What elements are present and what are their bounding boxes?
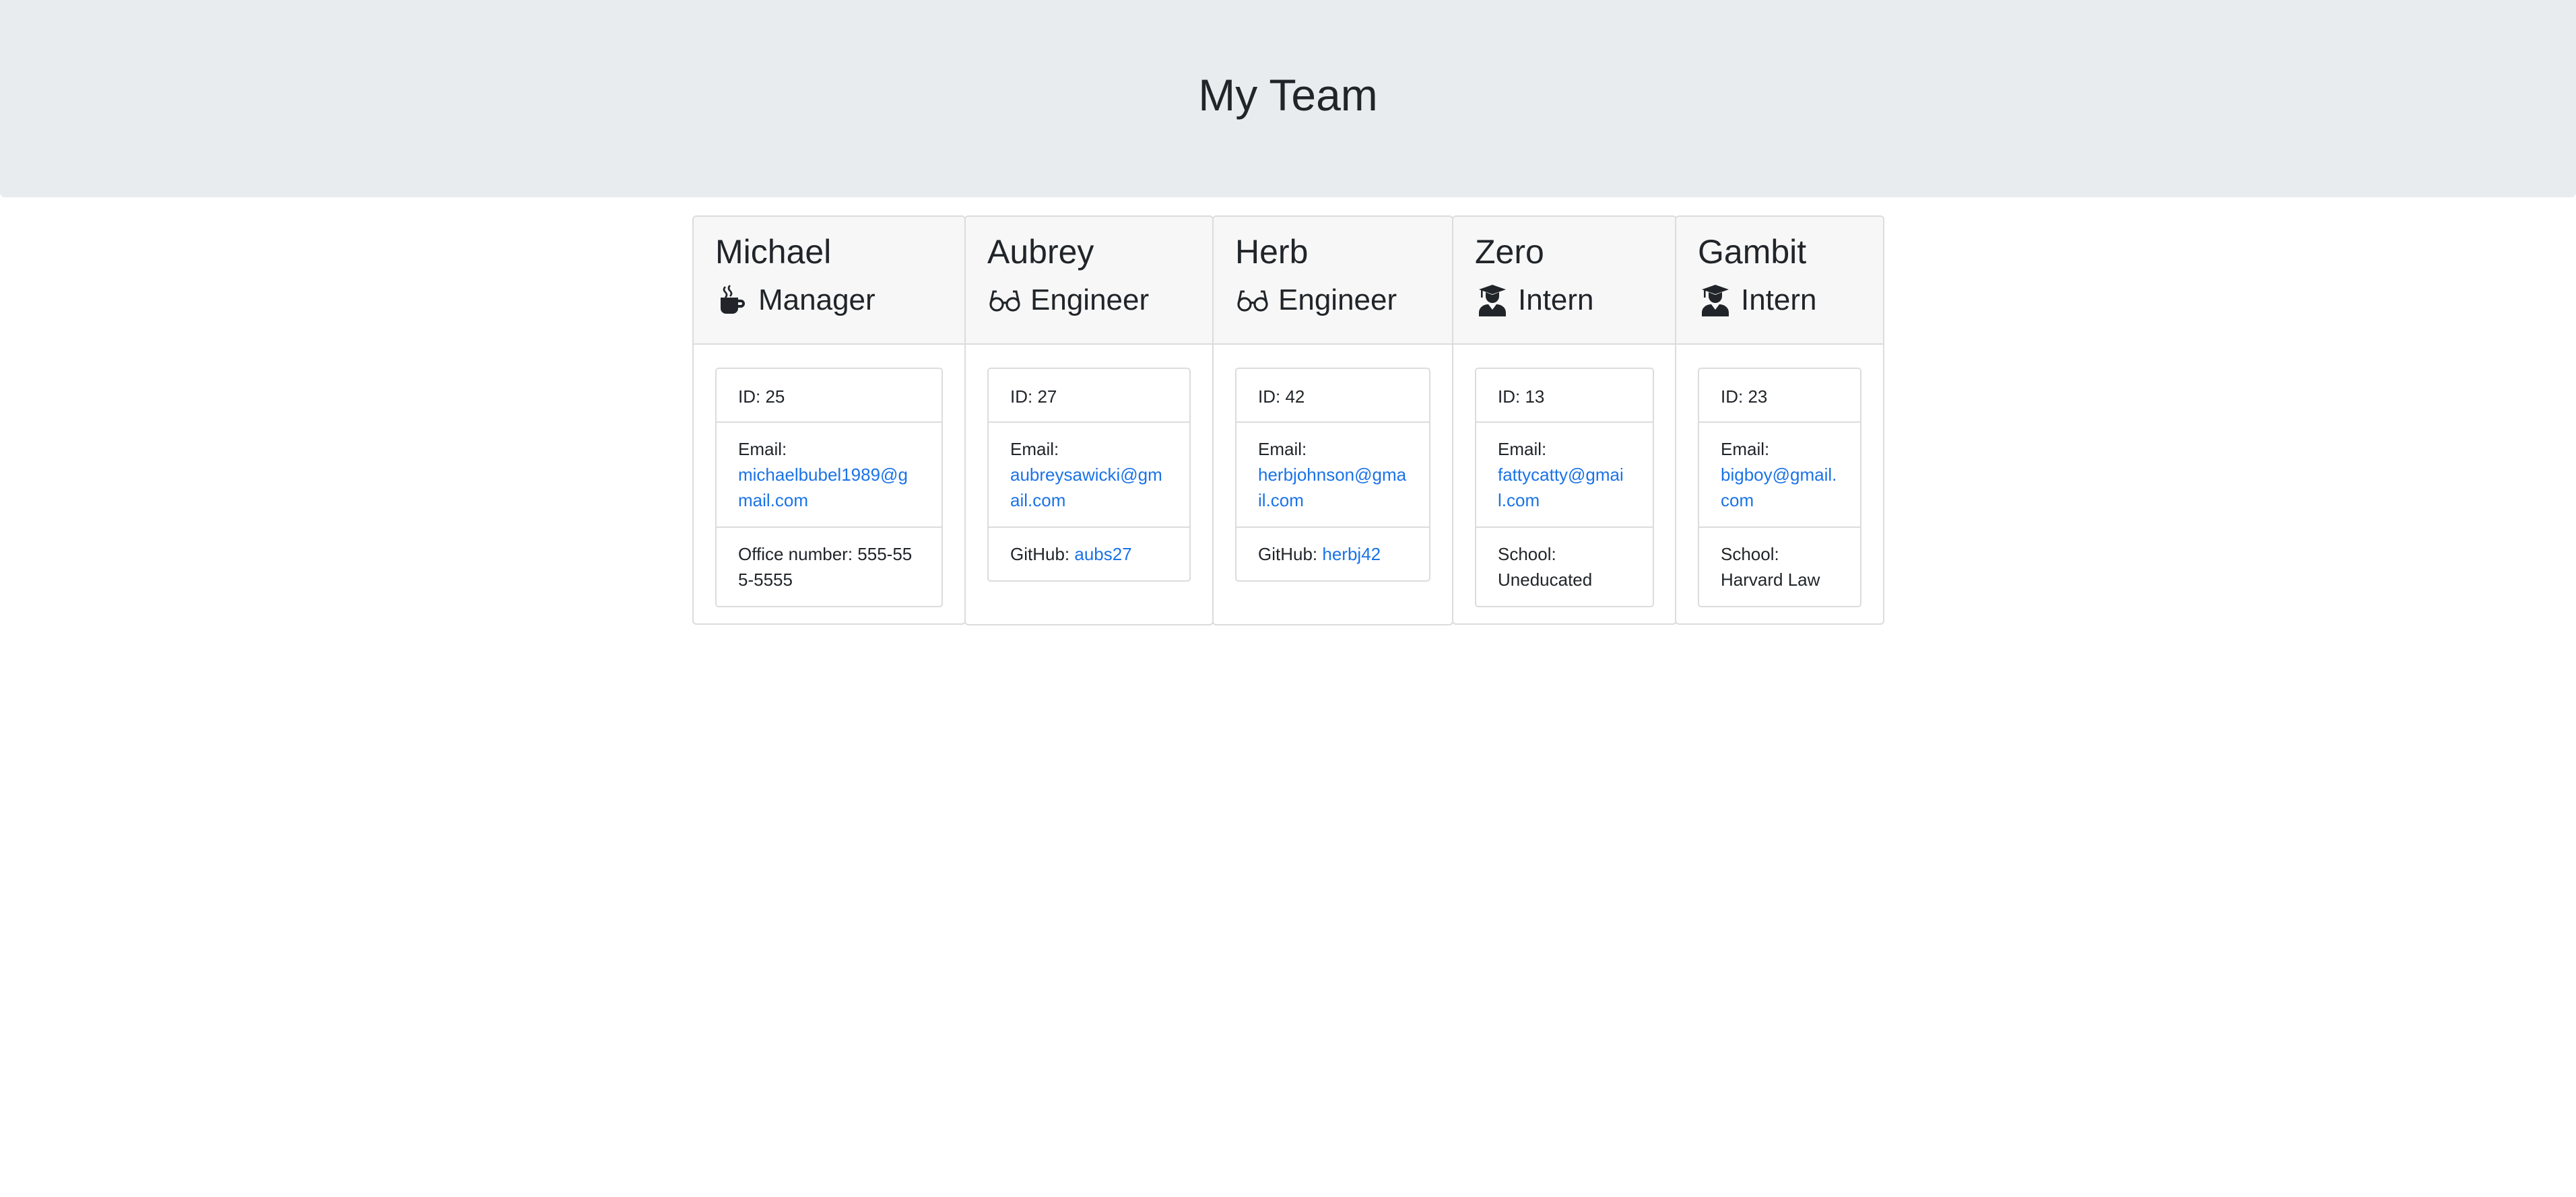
employee-role: Manager bbox=[715, 281, 876, 319]
email-link[interactable]: herbjohnson@gmail.com bbox=[1258, 465, 1406, 510]
graduate-icon bbox=[1475, 283, 1510, 318]
employee-details: ID: 23 Email: bigboy@gmail.com School: H… bbox=[1698, 368, 1861, 607]
email-link[interactable]: bigboy@gmail.com bbox=[1721, 465, 1837, 510]
card-header: Zero Intern bbox=[1453, 217, 1676, 345]
employee-details: ID: 25 Email: michaelbubel1989@gmail.com… bbox=[715, 368, 943, 607]
employee-role: Engineer bbox=[1235, 281, 1397, 319]
employee-card-herb: Herb Engineer ID: 42 Email: herbjohnson@… bbox=[1212, 215, 1453, 625]
employee-name: Aubrey bbox=[987, 233, 1094, 271]
github-row: GitHub: herbj42 bbox=[1236, 526, 1429, 580]
employee-name: Gambit bbox=[1698, 233, 1807, 271]
github-row: GitHub: aubs27 bbox=[989, 526, 1189, 580]
graduate-icon bbox=[1698, 283, 1733, 318]
email-label: Email: bbox=[1010, 439, 1059, 459]
page-title: My Team bbox=[1198, 70, 1378, 120]
mug-icon bbox=[715, 283, 750, 318]
school-label: School: bbox=[1498, 544, 1556, 564]
role-label: Engineer bbox=[1278, 283, 1397, 316]
employee-card-gambit: Gambit Intern ID: 23 Email: bigboy@gmail… bbox=[1675, 215, 1884, 625]
office-number-row: Office number: 555-555-5555 bbox=[717, 526, 942, 606]
employee-email-row: Email: michaelbubel1989@gmail.com bbox=[717, 421, 942, 526]
office-number-label: Office number: bbox=[738, 544, 853, 564]
school-row: School: Harvard Law bbox=[1699, 526, 1860, 606]
employee-card-michael: Michael Manager ID: 25 Email: michaelbub… bbox=[692, 215, 966, 625]
school-value: Harvard Law bbox=[1721, 570, 1820, 590]
card-header: Herb Engineer bbox=[1214, 217, 1452, 345]
employee-role: Intern bbox=[1475, 281, 1594, 319]
employee-card-zero: Zero Intern ID: 13 Email: fattycatty@gma… bbox=[1452, 215, 1677, 625]
role-label: Intern bbox=[1518, 283, 1594, 316]
card-header: Gambit Intern bbox=[1676, 217, 1883, 345]
email-label: Email: bbox=[1721, 439, 1770, 459]
school-value: Uneducated bbox=[1498, 570, 1593, 590]
employee-id: ID: 25 bbox=[738, 386, 785, 407]
card-header: Aubrey Engineer bbox=[966, 217, 1212, 345]
github-link[interactable]: aubs27 bbox=[1074, 544, 1131, 564]
github-label: GitHub: bbox=[1258, 544, 1318, 564]
card-header: Michael Manager bbox=[694, 217, 964, 345]
employee-email-row: Email: aubreysawicki@gmail.com bbox=[989, 421, 1189, 526]
employee-role: Engineer bbox=[987, 281, 1149, 319]
employee-id: ID: 13 bbox=[1498, 386, 1545, 407]
role-label: Engineer bbox=[1030, 283, 1150, 316]
employee-details: ID: 27 Email: aubreysawicki@gmail.com Gi… bbox=[987, 368, 1191, 582]
employee-email-row: Email: bigboy@gmail.com bbox=[1699, 421, 1860, 526]
employee-role: Intern bbox=[1698, 281, 1817, 319]
employee-id: ID: 27 bbox=[1010, 386, 1057, 407]
employee-card-aubrey: Aubrey Engineer ID: 27 Email: aubreysawi… bbox=[964, 215, 1214, 625]
employee-id: ID: 42 bbox=[1258, 386, 1305, 407]
email-link[interactable]: michaelbubel1989@gmail.com bbox=[738, 465, 908, 510]
employee-name: Zero bbox=[1475, 233, 1544, 271]
employee-id: ID: 23 bbox=[1721, 386, 1768, 407]
email-label: Email: bbox=[738, 439, 787, 459]
employee-name: Michael bbox=[715, 233, 832, 271]
role-label: Manager bbox=[758, 283, 876, 316]
email-label: Email: bbox=[1258, 439, 1307, 459]
github-link[interactable]: herbj42 bbox=[1322, 544, 1381, 564]
employee-name: Herb bbox=[1235, 233, 1309, 271]
email-link[interactable]: fattycatty@gmail.com bbox=[1498, 465, 1624, 510]
employee-email-row: Email: fattycatty@gmail.com bbox=[1476, 421, 1653, 526]
school-row: School: Uneducated bbox=[1476, 526, 1653, 606]
employee-details: ID: 13 Email: fattycatty@gmail.com Schoo… bbox=[1475, 368, 1654, 607]
glasses-icon bbox=[987, 283, 1022, 318]
glasses-icon bbox=[1235, 283, 1270, 318]
github-label: GitHub: bbox=[1010, 544, 1070, 564]
employee-details: ID: 42 Email: herbjohnson@gmail.com GitH… bbox=[1235, 368, 1430, 582]
header-jumbotron: My Team bbox=[0, 0, 2576, 197]
role-label: Intern bbox=[1741, 283, 1817, 316]
email-link[interactable]: aubreysawicki@gmail.com bbox=[1010, 465, 1162, 510]
employee-email-row: Email: herbjohnson@gmail.com bbox=[1236, 421, 1429, 526]
school-label: School: bbox=[1721, 544, 1779, 564]
email-label: Email: bbox=[1498, 439, 1547, 459]
